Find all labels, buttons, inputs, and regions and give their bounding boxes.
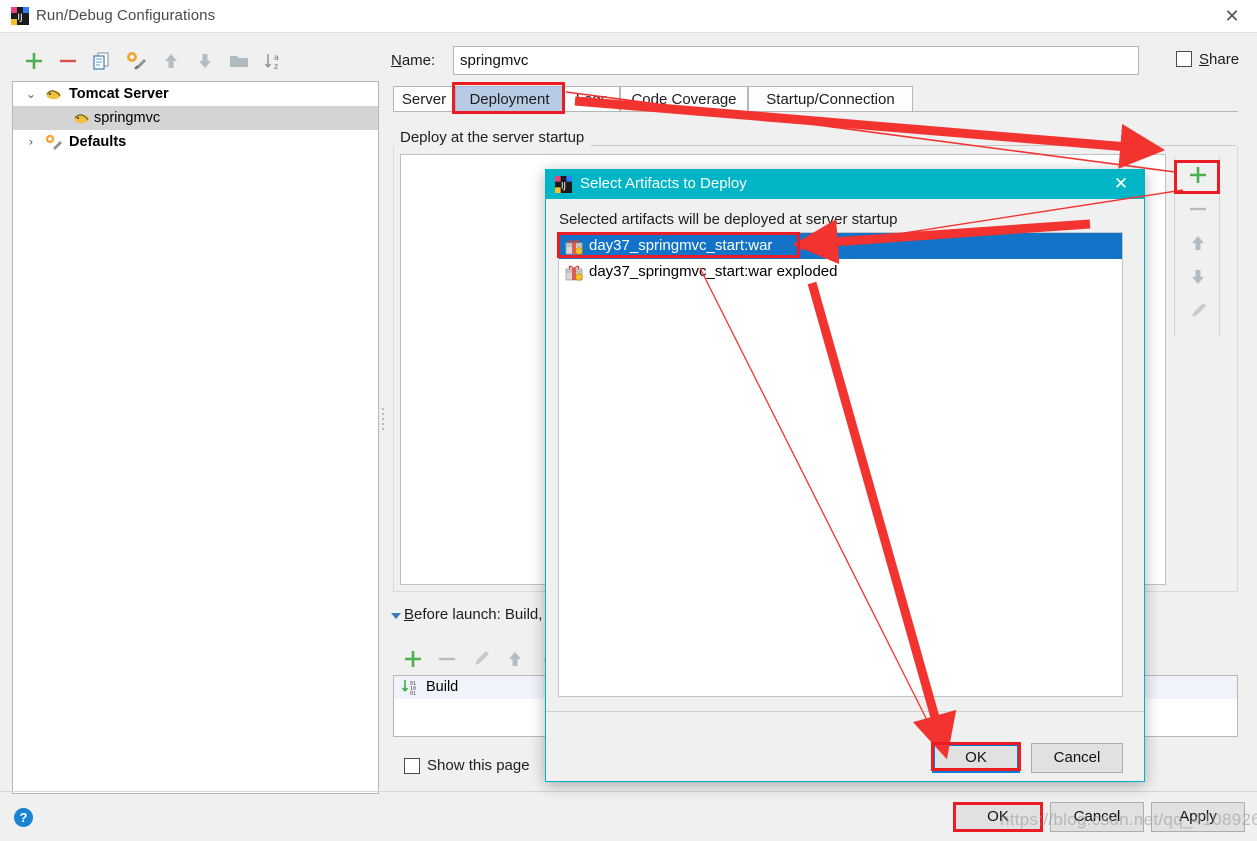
tree-node-defaults[interactable]: › Defaults xyxy=(13,130,378,154)
close-icon[interactable]: ✕ xyxy=(1217,5,1247,29)
artifact-edit-button[interactable] xyxy=(1175,294,1221,328)
dialog-footer-separator xyxy=(546,711,1144,712)
folder-icon[interactable] xyxy=(223,43,255,77)
configurations-tree[interactable]: ⌄ Tomcat Server springmvc › Defaults xyxy=(12,81,379,794)
intellij-idea-icon: IJ xyxy=(11,7,29,25)
dialog-cancel-button[interactable]: Cancel xyxy=(1031,743,1123,773)
window-title: Run/Debug Configurations xyxy=(36,7,216,24)
build-icon: 01 10 01 xyxy=(400,679,422,704)
svg-text:IJ: IJ xyxy=(561,181,566,191)
name-label-mnemonic: N xyxy=(391,52,402,69)
add-configuration-button[interactable] xyxy=(18,43,50,77)
tree-node-tomcat-server[interactable]: ⌄ Tomcat Server xyxy=(13,82,378,106)
help-icon[interactable]: ? xyxy=(14,808,33,827)
share-checkbox[interactable] xyxy=(1176,51,1192,67)
tomcat-icon xyxy=(45,86,62,103)
bottom-separator xyxy=(0,791,1257,792)
artifact-move-down-button[interactable] xyxy=(1175,260,1221,294)
before-launch-edit-button[interactable] xyxy=(464,644,498,674)
share-label-mnemonic: S xyxy=(1199,51,1210,68)
tab-deployment[interactable]: Deployment xyxy=(455,86,564,112)
svg-text:a: a xyxy=(274,53,279,62)
show-this-page-checkbox[interactable] xyxy=(404,758,420,774)
intellij-idea-icon: IJ xyxy=(555,176,572,193)
before-launch-remove-button[interactable] xyxy=(430,644,464,674)
watermark-text: https://blog.csdn.net/qq_41089266 xyxy=(1000,810,1257,829)
window-titlebar: IJ Run/Debug Configurations ✕ xyxy=(0,0,1257,33)
artifact-war-icon xyxy=(565,237,583,255)
panel-splitter[interactable] xyxy=(379,405,386,435)
sort-alphabetically-button[interactable]: a z xyxy=(257,43,289,77)
show-this-page-label: Show this page xyxy=(427,757,530,774)
name-label-rest: ame: xyxy=(401,52,436,69)
before-launch-title-rest: efore launch: Build, xyxy=(414,606,543,623)
name-label: Name: xyxy=(391,52,435,69)
tab-logs[interactable]: Logs xyxy=(564,86,620,112)
tree-node-label: Defaults xyxy=(69,134,127,150)
chevron-down-icon[interactable]: ⌄ xyxy=(23,82,39,106)
edit-defaults-button[interactable] xyxy=(120,43,152,77)
name-input[interactable]: springmvc xyxy=(453,46,1139,75)
tab-startup-connection[interactable]: Startup/Connection xyxy=(748,86,913,112)
artifact-war-icon xyxy=(565,263,583,281)
configurations-toolbar: a z xyxy=(10,43,380,79)
dialog-titlebar: IJ Select Artifacts to Deploy ✕ xyxy=(546,170,1144,199)
deploy-group-title: Deploy at the server startup xyxy=(400,129,592,146)
before-launch-title: Before launch: Build, xyxy=(404,606,542,623)
run-debug-configurations-window: IJ Run/Debug Configurations ✕ a z ⌄ Tomc… xyxy=(0,0,1257,841)
move-up-button[interactable] xyxy=(155,43,187,77)
select-artifacts-dialog: IJ Select Artifacts to Deploy ✕ Selected… xyxy=(545,169,1145,782)
tomcat-icon xyxy=(73,110,90,127)
svg-text:01: 01 xyxy=(410,691,416,696)
configuration-tabs: Server Deployment Logs Code Coverage Sta… xyxy=(393,86,1238,112)
tree-node-label: Tomcat Server xyxy=(69,86,169,102)
before-launch-mnemonic: B xyxy=(404,606,415,623)
list-item[interactable]: day37_springmvc_start:war exploded xyxy=(559,259,1122,285)
chevron-down-icon[interactable] xyxy=(391,613,401,619)
move-down-button[interactable] xyxy=(189,43,221,77)
before-launch-move-up-button[interactable] xyxy=(498,644,532,674)
share-label-rest: hare xyxy=(1209,51,1240,68)
artifact-label: day37_springmvc_start:war exploded xyxy=(589,263,838,280)
remove-artifact-button[interactable] xyxy=(1175,192,1221,226)
dialog-ok-button[interactable]: OK xyxy=(932,743,1020,773)
list-item[interactable]: day37_springmvc_start:war xyxy=(559,233,1122,259)
svg-text:z: z xyxy=(274,62,278,71)
dialog-hint-text: Selected artifacts will be deployed at s… xyxy=(559,211,898,228)
deployment-toolbar xyxy=(1174,156,1220,336)
artifact-list[interactable]: day37_springmvc_start:war day37_springmv… xyxy=(558,232,1123,697)
before-launch-task-label: Build xyxy=(426,679,459,695)
dialog-title: Select Artifacts to Deploy xyxy=(580,175,747,192)
tree-node-label: springmvc xyxy=(94,110,161,126)
remove-configuration-button[interactable] xyxy=(52,43,84,77)
add-artifact-button[interactable] xyxy=(1175,158,1221,192)
tree-node-springmvc[interactable]: springmvc xyxy=(13,106,378,130)
chevron-right-icon[interactable]: › xyxy=(23,130,39,154)
artifact-move-up-button[interactable] xyxy=(1175,226,1221,260)
copy-configuration-button[interactable] xyxy=(86,43,118,77)
close-icon[interactable]: ✕ xyxy=(1110,173,1132,195)
tab-code-coverage[interactable]: Code Coverage xyxy=(620,86,748,112)
svg-text:IJ: IJ xyxy=(17,13,22,23)
tab-server[interactable]: Server xyxy=(393,86,455,112)
share-label: Share xyxy=(1199,51,1239,68)
artifact-label: day37_springmvc_start:war xyxy=(589,237,773,254)
gear-wrench-icon xyxy=(45,134,62,151)
before-launch-add-button[interactable] xyxy=(396,644,430,674)
